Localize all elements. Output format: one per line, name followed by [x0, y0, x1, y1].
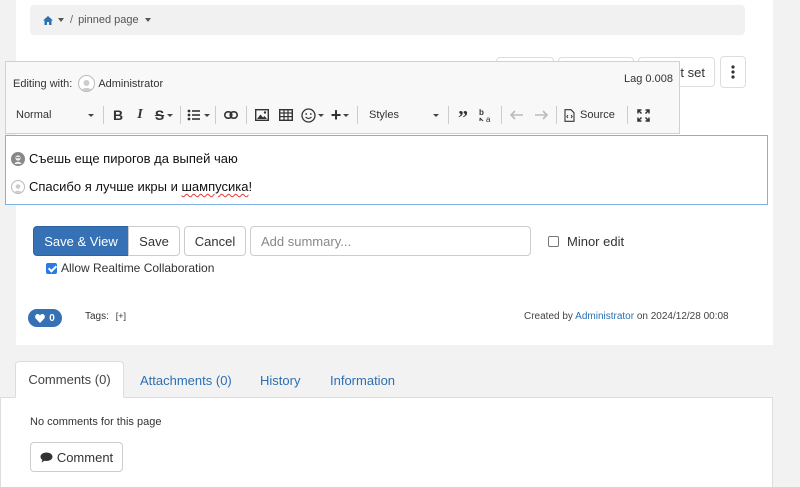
- breadcrumb-current-page[interactable]: pinned page: [78, 14, 139, 26]
- toolbar-separator: [103, 106, 104, 124]
- tags-area: Tags: [+]: [85, 311, 126, 322]
- toolbar-separator: [180, 106, 181, 124]
- toolbar-separator: [448, 106, 449, 124]
- chevron-down-icon[interactable]: [144, 18, 151, 22]
- tab-comments[interactable]: Comments (0): [15, 361, 124, 398]
- tags-label: Tags:: [85, 311, 109, 322]
- realtime-collaboration-checkbox[interactable]: [46, 262, 57, 274]
- italic-icon[interactable]: I: [129, 105, 151, 125]
- add-tag-link[interactable]: [+]: [116, 311, 126, 321]
- toolbar-separator: [556, 106, 557, 124]
- like-count: 0: [49, 312, 55, 324]
- no-comments-text: No comments for this page: [30, 416, 162, 428]
- strikethrough-icon[interactable]: S: [151, 105, 177, 125]
- tab-history[interactable]: History: [260, 362, 300, 398]
- svg-text:a: a: [486, 115, 491, 123]
- save-button[interactable]: Save: [128, 226, 180, 256]
- paragraph-format-select[interactable]: Normal: [8, 105, 100, 125]
- editor-line: Спасибо я лучше икры и шампусика!: [11, 179, 252, 194]
- created-date: on 2024/12/28 00:08: [636, 311, 729, 322]
- toolbar-separator: [627, 106, 628, 124]
- editor-line-text: !: [248, 179, 253, 194]
- created-info: Created by Administrator on 2024/12/28 0…: [524, 311, 729, 322]
- breadcrumb: / pinned page: [30, 5, 745, 35]
- source-icon: [564, 108, 575, 122]
- realtime-collaboration-label: Allow Realtime Collaboration: [61, 261, 215, 275]
- bold-icon[interactable]: B: [107, 105, 129, 125]
- source-button[interactable]: Source: [560, 105, 624, 125]
- svg-text:b: b: [479, 108, 484, 117]
- comment-button-label: Comment: [56, 449, 114, 465]
- styles-select-value: Styles: [369, 109, 399, 121]
- tab-attachments[interactable]: Attachments (0): [140, 362, 232, 398]
- chevron-down-icon: [88, 113, 94, 117]
- set-button-label: t set: [680, 64, 705, 80]
- redo-icon[interactable]: [529, 105, 553, 125]
- source-label: Source: [580, 109, 615, 121]
- editing-with-indicator: Editing with: Administrator: [13, 75, 163, 92]
- toolbar-separator: [501, 106, 502, 124]
- bulleted-list-icon[interactable]: [184, 105, 212, 125]
- chevron-down-icon: [433, 113, 439, 117]
- summary-input[interactable]: [250, 226, 531, 256]
- more-actions-button[interactable]: [720, 56, 746, 88]
- tab-information[interactable]: Information: [330, 362, 395, 398]
- table-icon[interactable]: [274, 105, 298, 125]
- editor-line-text: Съешь еще пирогов да выпей чаю: [29, 151, 238, 166]
- editor-line-text: Спасибо я лучше икры и: [29, 179, 182, 194]
- editor-format-toolbar: Normal B I S + Styles ” ba Source: [8, 102, 655, 129]
- breadcrumb-separator: /: [70, 14, 74, 26]
- created-prefix: Created by: [524, 311, 573, 322]
- chevron-down-icon[interactable]: [58, 18, 64, 22]
- insert-plus-icon[interactable]: +: [326, 105, 354, 125]
- link-icon[interactable]: [219, 105, 243, 125]
- home-icon[interactable]: [43, 15, 64, 25]
- toolbar-separator: [215, 106, 216, 124]
- misspelled-word[interactable]: шампусика: [182, 179, 249, 194]
- undo-icon[interactable]: [505, 105, 529, 125]
- editing-with-label: Editing with:: [13, 77, 73, 90]
- maximize-icon[interactable]: [631, 105, 655, 125]
- vertical-ellipsis-icon: [731, 65, 735, 79]
- comment-button[interactable]: Comment: [30, 442, 123, 472]
- toolbar-separator: [246, 106, 247, 124]
- paragraph-format-value: Normal: [16, 109, 52, 121]
- like-button[interactable]: 0: [28, 309, 62, 327]
- emoji-icon[interactable]: [298, 105, 326, 125]
- collaborator-avatar-icon: [11, 151, 25, 166]
- styles-select[interactable]: Styles: [361, 105, 445, 125]
- minor-edit-option[interactable]: Minor edit: [548, 234, 624, 249]
- language-icon[interactable]: ba: [474, 105, 498, 125]
- created-user-link[interactable]: Administrator: [575, 311, 634, 322]
- speech-bubble-icon: [40, 452, 53, 462]
- user-avatar-icon: [11, 179, 25, 194]
- heart-icon: [35, 313, 46, 323]
- realtime-collaboration-option[interactable]: Allow Realtime Collaboration: [46, 261, 214, 275]
- editor-line: Съешь еще пирогов да выпей чаю: [11, 151, 238, 166]
- lag-indicator: Lag 0.008: [624, 73, 673, 85]
- editor-content-area[interactable]: Съешь еще пирогов да выпей чаю Спасибо я…: [5, 135, 768, 205]
- save-and-view-button[interactable]: Save & View: [33, 226, 129, 256]
- minor-edit-checkbox[interactable]: [548, 236, 559, 247]
- editing-user-name: Administrator: [98, 77, 164, 90]
- blockquote-icon[interactable]: ”: [452, 102, 474, 129]
- toolbar-separator: [357, 106, 358, 124]
- user-avatar-icon: [78, 75, 96, 92]
- cancel-button[interactable]: Cancel: [184, 226, 246, 256]
- image-icon[interactable]: [250, 105, 274, 125]
- minor-edit-label: Minor edit: [567, 234, 625, 249]
